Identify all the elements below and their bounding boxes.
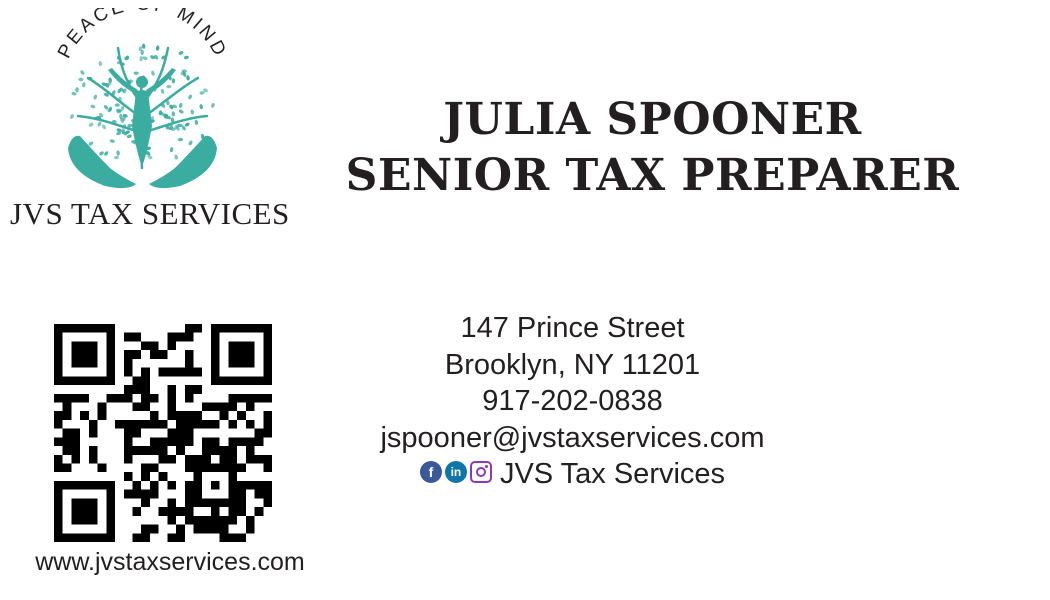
- person-name: JULIA SPOONER: [443, 94, 862, 145]
- social-row: f in JVS Tax Services: [330, 456, 815, 493]
- facebook-icon[interactable]: f: [419, 461, 442, 484]
- name-title-block: JULIA SPOONER SENIOR TAX PREPARER: [295, 92, 1010, 204]
- job-title: SENIOR TAX PREPARER: [345, 150, 960, 201]
- website-link[interactable]: www.jvstaxservices.com: [0, 548, 340, 577]
- email-link[interactable]: jspooner@jvstaxservices.com: [330, 420, 815, 457]
- social-icons: f in: [419, 461, 492, 484]
- instagram-icon[interactable]: [469, 461, 492, 484]
- city-address: Brooklyn, NY 11201: [444, 348, 701, 381]
- linkedin-icon[interactable]: in: [444, 461, 467, 484]
- qr-code-icon[interactable]: [50, 324, 276, 542]
- logo-company-name: JVS TAX SERVICES: [10, 196, 290, 231]
- contact-block: 147 Prince Street Brooklyn, NY 11201 917…: [330, 310, 815, 493]
- phone-number[interactable]: 917-202-0838: [330, 383, 815, 420]
- company-logo: PEACE OF MIND JVS TAX SER: [10, 8, 290, 233]
- social-handle[interactable]: JVS Tax Services: [500, 458, 725, 490]
- street-address: 147 Prince Street: [460, 312, 685, 344]
- tree-of-life-hands-icon: PEACE OF MIND: [54, 8, 228, 189]
